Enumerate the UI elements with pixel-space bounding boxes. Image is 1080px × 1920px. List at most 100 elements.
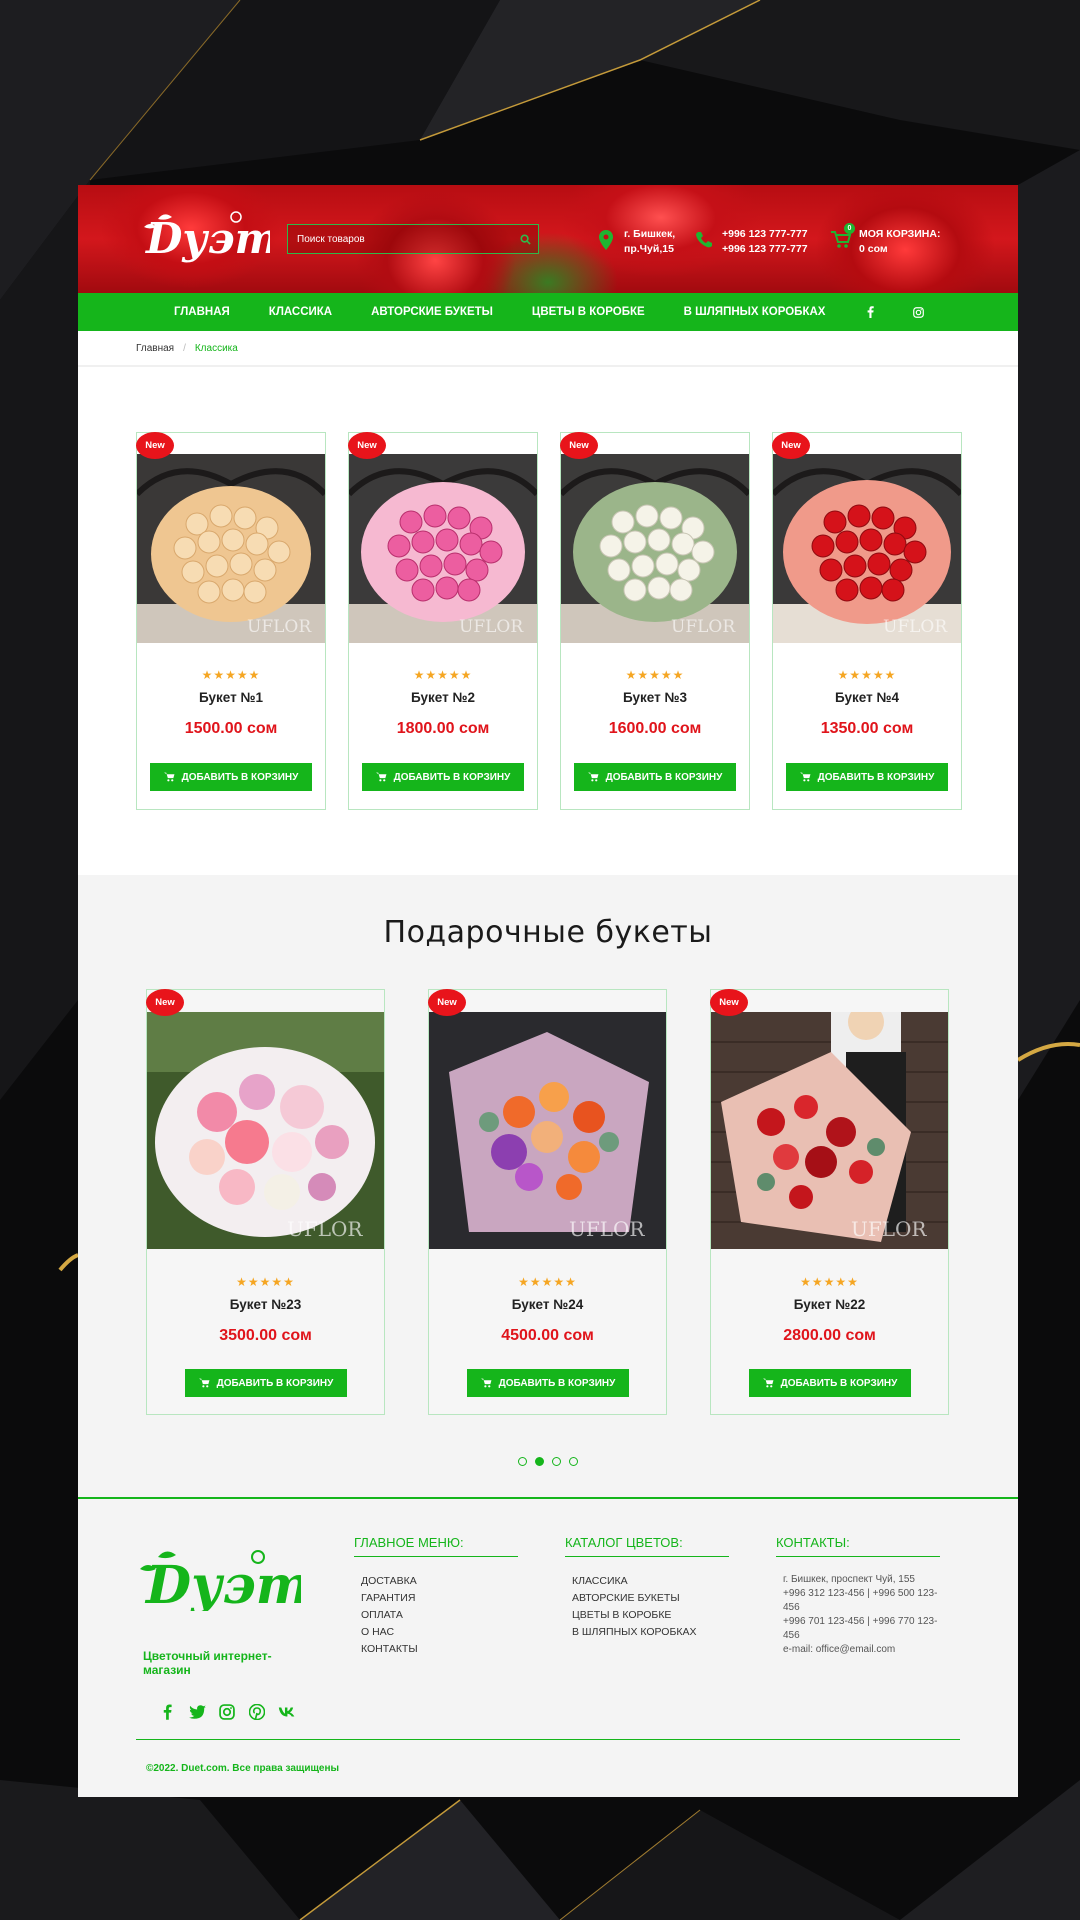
- cart-icon: [799, 772, 811, 782]
- contact-address: г. Бишкек, проспект Чуй, 155: [783, 1574, 915, 1585]
- footer-link-guarantee[interactable]: ГАРАНТИЯ: [361, 1590, 518, 1607]
- product-name[interactable]: Букет №22: [711, 1297, 948, 1312]
- product-name[interactable]: Букет №1: [137, 690, 325, 705]
- rating-stars: ★★★★★: [201, 668, 261, 682]
- copyright: ©2022. Duet.com. Все права защищены: [146, 1763, 340, 1774]
- add-to-cart-label: ДОБАВИТЬ В КОРЗИНУ: [817, 771, 935, 783]
- product-image[interactable]: UFLOR: [147, 1012, 384, 1249]
- svg-text:UFLOR: UFLOR: [851, 1217, 927, 1241]
- add-to-cart-label: ДОБАВИТЬ В КОРЗИНУ: [498, 1377, 616, 1389]
- add-to-cart-button[interactable]: ДОБАВИТЬ В КОРЗИНУ: [786, 763, 948, 791]
- cart-icon[interactable]: 0: [831, 223, 855, 253]
- search-box[interactable]: Поиск товаров: [287, 224, 539, 254]
- phone-2[interactable]: +996 123 777-777: [722, 242, 808, 257]
- product-name[interactable]: Букет №23: [147, 1297, 384, 1312]
- header-cart[interactable]: 0 МОЯ КОРЗИНА: 0 сом: [831, 223, 941, 257]
- product-name[interactable]: Букет №4: [773, 690, 961, 705]
- product-card[interactable]: New UFLOR ★★★★★ Букет №4 1350.00 сом ДОБ…: [772, 432, 962, 810]
- product-name[interactable]: Букет №2: [349, 690, 537, 705]
- product-price: 1600.00 сом: [608, 720, 702, 737]
- instagram-icon[interactable]: [218, 1703, 236, 1721]
- svg-text:UFLOR: UFLOR: [459, 617, 524, 637]
- footer-link-author-bouquets[interactable]: АВТОРСКИЕ БУКЕТЫ: [572, 1590, 729, 1607]
- search-input[interactable]: Поиск товаров: [288, 234, 512, 245]
- new-badge: New: [710, 989, 748, 1016]
- product-image[interactable]: UFLOR: [711, 1012, 948, 1249]
- product-card[interactable]: New UFLOR ★★★★★ Букет №24 4500.00 сом ДО…: [428, 989, 667, 1415]
- product-name[interactable]: Букет №24: [429, 1297, 666, 1312]
- cart-icon: [198, 1378, 210, 1388]
- carousel-dot[interactable]: [552, 1457, 561, 1466]
- product-name[interactable]: Букет №3: [561, 690, 749, 705]
- cart-icon: [762, 1378, 774, 1388]
- cart-title: МОЯ КОРЗИНА:: [859, 228, 941, 240]
- svg-text:UFLOR: UFLOR: [883, 617, 948, 637]
- main-nav: ГЛАВНАЯ КЛАССИКА АВТОРСКИЕ БУКЕТЫ ЦВЕТЫ …: [78, 293, 1018, 331]
- footer-link-payment[interactable]: ОПЛАТА: [361, 1607, 518, 1624]
- facebook-icon[interactable]: [158, 1703, 176, 1721]
- product-price: 3500.00 сом: [219, 1327, 312, 1344]
- nav-item-hat-boxes[interactable]: В ШЛЯПНЫХ КОРОБКАХ: [684, 306, 826, 318]
- svg-text:UFLOR: UFLOR: [671, 617, 736, 637]
- duet-logo[interactable]: Dуэт: [140, 209, 270, 263]
- product-image[interactable]: UFLOR: [349, 454, 537, 643]
- product-image[interactable]: UFLOR: [561, 454, 749, 643]
- cart-icon: [480, 1378, 492, 1388]
- footer-link-classic[interactable]: КЛАССИКА: [572, 1573, 729, 1590]
- carousel-dot[interactable]: [569, 1457, 578, 1466]
- product-card[interactable]: New UFLOR ★★★★★ Букет №2 1800.00 сом ДОБ…: [348, 432, 538, 810]
- product-image[interactable]: UFLOR: [429, 1012, 666, 1249]
- search-icon[interactable]: [512, 225, 538, 253]
- footer-social: [158, 1703, 296, 1721]
- cart-icon: [587, 772, 599, 782]
- nav-item-home[interactable]: ГЛАВНАЯ: [174, 306, 230, 318]
- footer-catalog: КАТАЛОГ ЦВЕТОВ: КЛАССИКА АВТОРСКИЕ БУКЕТ…: [565, 1535, 729, 1641]
- nav-item-flowers-in-box[interactable]: ЦВЕТЫ В КОРОБКЕ: [532, 306, 645, 318]
- add-to-cart-button[interactable]: ДОБАВИТЬ В КОРЗИНУ: [467, 1369, 629, 1397]
- carousel-dot-active[interactable]: [535, 1457, 544, 1466]
- add-to-cart-button[interactable]: ДОБАВИТЬ В КОРЗИНУ: [185, 1369, 347, 1397]
- new-badge: New: [146, 989, 184, 1016]
- breadcrumb-current: Классика: [194, 342, 238, 354]
- product-card[interactable]: New UFLOR ★★★★★ Букет №22 2800.00 сом ДО…: [710, 989, 949, 1415]
- contact-phones-2[interactable]: +996 701 123-456 | +996 770 123-456: [783, 1615, 940, 1643]
- footer-link-flowers-in-box[interactable]: ЦВЕТЫ В КОРОБКЕ: [572, 1607, 729, 1624]
- product-image[interactable]: UFLOR: [137, 454, 325, 643]
- product-card[interactable]: New UFLOR ★★★★★ Букет №23 3500.00 сом ДО…: [146, 989, 385, 1415]
- nav-item-author-bouquets[interactable]: АВТОРСКИЕ БУКЕТЫ: [371, 306, 493, 318]
- phone-1[interactable]: +996 123 777-777: [722, 227, 808, 242]
- facebook-icon[interactable]: [864, 306, 876, 318]
- address-line2: пр.Чуй,15: [624, 243, 674, 255]
- footer-link-hat-boxes[interactable]: В ШЛЯПНЫХ КОРОБКАХ: [572, 1624, 729, 1641]
- instagram-icon[interactable]: [912, 306, 924, 318]
- footer-link-delivery[interactable]: ДОСТАВКА: [361, 1573, 518, 1590]
- pinterest-icon[interactable]: [248, 1703, 266, 1721]
- add-to-cart-button[interactable]: ДОБАВИТЬ В КОРЗИНУ: [362, 763, 524, 791]
- twitter-icon[interactable]: [188, 1703, 206, 1721]
- product-card[interactable]: New UFLOR ★★★★★ Букет №3 1600.00 сом ДОБ…: [560, 432, 750, 810]
- add-to-cart-button[interactable]: ДОБАВИТЬ В КОРЗИНУ: [574, 763, 736, 791]
- nav-item-classic[interactable]: КЛАССИКА: [269, 306, 332, 318]
- breadcrumb-home[interactable]: Главная: [136, 343, 174, 354]
- contact-email[interactable]: e-mail: office@email.com: [783, 1643, 940, 1657]
- product-image[interactable]: UFLOR: [773, 454, 961, 643]
- duet-logo-footer[interactable]: Dуэт: [136, 1547, 301, 1611]
- svg-text:UFLOR: UFLOR: [247, 617, 312, 637]
- product-price: 1800.00 сом: [396, 720, 490, 737]
- product-price: 2800.00 сом: [783, 1327, 876, 1344]
- rating-stars: ★★★★★: [413, 668, 473, 682]
- carousel-dot[interactable]: [518, 1457, 527, 1466]
- header-banner: Dуэт Поиск товаров г. Бишкек, пр.Чуй,15 +…: [78, 185, 1018, 293]
- svg-text:UFLOR: UFLOR: [287, 1217, 363, 1241]
- add-to-cart-label: ДОБАВИТЬ В КОРЗИНУ: [393, 771, 511, 783]
- footer-link-contacts[interactable]: КОНТАКТЫ: [361, 1641, 518, 1658]
- add-to-cart-button[interactable]: ДОБАВИТЬ В КОРЗИНУ: [150, 763, 312, 791]
- footer-link-about[interactable]: О НАС: [361, 1624, 518, 1641]
- add-to-cart-label: ДОБАВИТЬ В КОРЗИНУ: [605, 771, 723, 783]
- add-to-cart-button[interactable]: ДОБАВИТЬ В КОРЗИНУ: [749, 1369, 911, 1397]
- product-card[interactable]: New UFLOR ★★★★★ Букет №1 1500.00 сом ДОБ…: [136, 432, 326, 810]
- footer-tagline: Цветочный интернет-магазин: [143, 1649, 272, 1677]
- contact-phones-1[interactable]: +996 312 123-456 | +996 500 123-456: [783, 1587, 940, 1615]
- rating-stars: ★★★★★: [800, 1275, 859, 1289]
- vk-icon[interactable]: [278, 1703, 296, 1721]
